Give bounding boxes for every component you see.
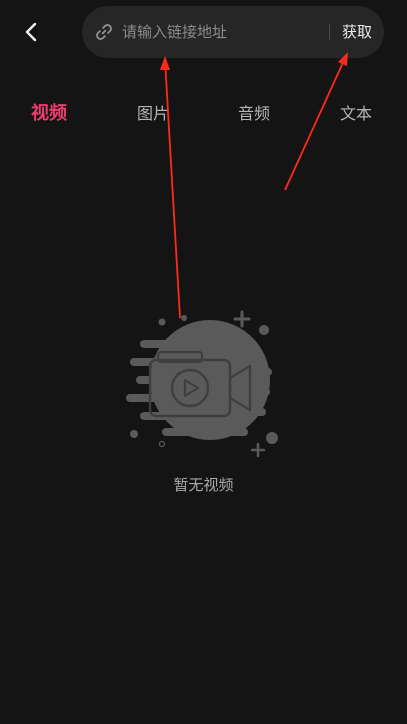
tab-video[interactable]: 视频 (31, 100, 67, 128)
media-type-tabs: 视频 图片 音频 文本 (0, 96, 407, 132)
video-camera-icon (126, 310, 278, 458)
tab-audio[interactable]: 音频 (238, 100, 270, 128)
tab-text[interactable]: 文本 (340, 100, 372, 128)
fetch-button[interactable]: 获取 (338, 20, 376, 44)
search-bar: 获取 (82, 6, 384, 58)
tab-image[interactable]: 图片 (137, 100, 169, 128)
chevron-left-icon (25, 22, 37, 42)
link-icon (96, 24, 112, 40)
top-bar: 获取 (0, 0, 407, 66)
search-divider (329, 24, 330, 40)
link-url-input[interactable] (122, 18, 318, 46)
empty-state-message: 暂无视频 (173, 476, 234, 494)
back-button[interactable] (14, 16, 50, 48)
